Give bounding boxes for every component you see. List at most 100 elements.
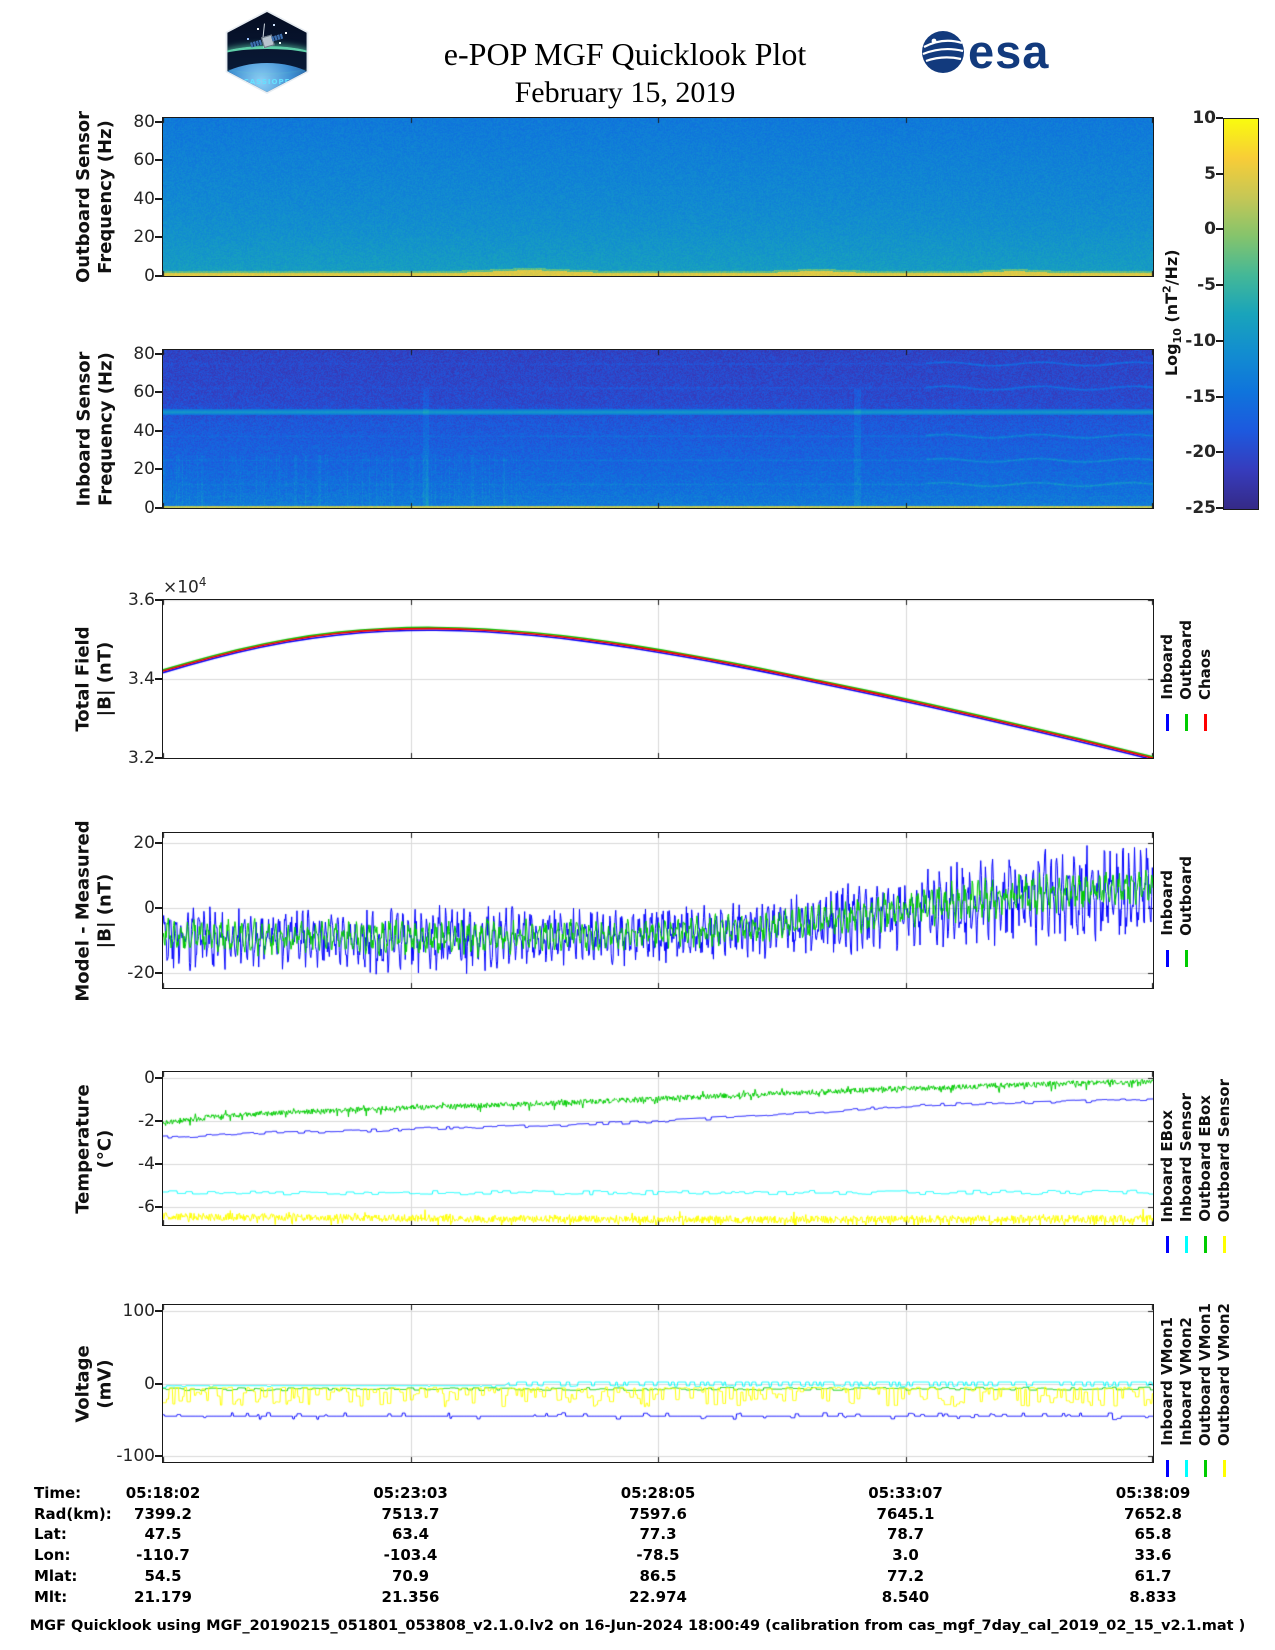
ylabel-temperature: Temperature (°C) xyxy=(73,1083,117,1214)
legend-marker-cell xyxy=(1215,1236,1234,1253)
ylabel-inboard-spectrogram: Inboard Sensor Frequency (Hz) xyxy=(73,351,117,507)
table-cell: -110.7 xyxy=(136,1546,190,1565)
table-cell: 77.2 xyxy=(886,1566,925,1585)
legend-label: Inboard EBox xyxy=(1158,1109,1176,1222)
table-cell: 05:18:02 xyxy=(125,1484,201,1502)
legend-label: Chaos xyxy=(1196,648,1214,700)
legend-label: Inboard VMon1 xyxy=(1158,1317,1176,1446)
legend-marker xyxy=(1165,1460,1170,1477)
esa-logo: esa xyxy=(920,28,1049,75)
colorbar-tick-mark xyxy=(1216,172,1223,175)
y-tick-mark xyxy=(155,1163,162,1165)
table-cell: 21.356 xyxy=(381,1587,440,1606)
table-cell: 8.540 xyxy=(881,1587,930,1606)
axis-scale-label: ×104 xyxy=(163,575,207,598)
legend-markers-model-minus-measured xyxy=(1158,950,1196,967)
y-tick-mark xyxy=(155,1077,162,1080)
legend-label: Inboard xyxy=(1158,634,1176,700)
panel-voltage xyxy=(162,1304,1154,1463)
table-cell: 05:33:07 xyxy=(868,1484,943,1502)
table-cell: 65.8 xyxy=(1134,1525,1172,1544)
y-tick-mark xyxy=(155,1309,162,1312)
table-cell: 47.5 xyxy=(144,1525,182,1544)
legend-marker-cell xyxy=(1196,1236,1215,1253)
legend-marker xyxy=(1184,950,1189,967)
panel-inboard-spectrogram xyxy=(162,349,1154,509)
table-cell: -78.5 xyxy=(636,1546,680,1565)
y-tick-mark xyxy=(155,429,162,432)
colorbar-tick-mark xyxy=(1216,117,1223,119)
colorbar-tick-mark xyxy=(1216,284,1223,287)
colorbar-axis-label-wrap: Log10 (nT2/Hz) xyxy=(1146,118,1198,508)
ylabel-wrap-total-field: Total Field |B| (nT) xyxy=(55,600,135,758)
table-cell: 21.179 xyxy=(134,1587,192,1606)
legend-label: Inboard VMon2 xyxy=(1177,1317,1195,1446)
legend-marker-cell xyxy=(1177,950,1196,967)
legend-label: Outboard xyxy=(1177,620,1195,700)
total-field-canvas xyxy=(163,600,1153,758)
y-tick-mark xyxy=(155,1455,162,1458)
table-cell: 7399.2 xyxy=(134,1504,192,1523)
colorbar-tick-mark xyxy=(1216,339,1223,342)
outboard-spectrogram-canvas xyxy=(163,118,1153,276)
legend-marker-cell xyxy=(1158,714,1177,731)
y-tick-mark xyxy=(155,678,162,680)
ylabel-wrap-inboard-spectrogram: Inboard Sensor Frequency (Hz) xyxy=(55,350,135,508)
table-cell: 05:23:03 xyxy=(373,1484,448,1502)
legend-voltage: Inboard VMon1 Inboard VMon2 Outboard VMon1… xyxy=(1158,1296,1234,1446)
table-cell: 86.5 xyxy=(639,1566,677,1585)
table-cell: 3.0 xyxy=(892,1546,919,1565)
legend-marker-cell xyxy=(1177,1460,1196,1477)
starfield-graphic xyxy=(239,21,242,24)
legend-marker-cell xyxy=(1177,1236,1196,1253)
ylabel-wrap-temperature: Temperature (°C) xyxy=(55,1072,135,1225)
colorbar-tick-mark xyxy=(1216,395,1223,398)
y-tick-mark xyxy=(155,599,162,601)
table-cell: 7645.1 xyxy=(876,1504,935,1523)
legend-markers-total-field xyxy=(1158,714,1215,731)
legend-marker xyxy=(1203,1460,1208,1477)
legend-marker-cell xyxy=(1196,714,1215,731)
y-tick-mark xyxy=(155,391,162,394)
table-cell: 61.7 xyxy=(1134,1566,1172,1585)
legend-marker-cell xyxy=(1158,1236,1177,1253)
legend-marker xyxy=(1165,1236,1170,1253)
legend-markers-voltage xyxy=(1158,1460,1234,1477)
table-cell: 7513.7 xyxy=(381,1504,440,1523)
table-row-label: Mlt: xyxy=(34,1587,68,1606)
y-tick-mark xyxy=(155,907,162,910)
table-cell: 70.9 xyxy=(391,1566,430,1585)
y-tick-mark xyxy=(155,159,162,162)
y-tick-mark xyxy=(155,236,162,239)
legend-marker xyxy=(1184,1460,1189,1477)
table-row-label: Mlat: xyxy=(34,1566,78,1585)
temperature-canvas xyxy=(163,1072,1153,1225)
panel-outboard-spectrogram xyxy=(162,117,1154,277)
legend-marker xyxy=(1222,1236,1227,1253)
ylabel-wrap-voltage: Voltage (mV) xyxy=(55,1305,135,1462)
legend-marker-cell xyxy=(1158,1460,1177,1477)
legend-label: Outboard VMon1 xyxy=(1196,1302,1214,1446)
legend-marker xyxy=(1203,1236,1208,1253)
table-cell: 7597.6 xyxy=(629,1504,687,1523)
legend-temperature: Inboard EBox Inboard Sensor Outboard EBox O… xyxy=(1158,1072,1234,1222)
legend-total-field: Inboard Outboard Chaos xyxy=(1158,550,1215,700)
table-cell: 7652.8 xyxy=(1124,1504,1182,1523)
legend-marker-cell xyxy=(1158,950,1177,967)
model-minus-measured-canvas xyxy=(163,833,1153,988)
legend-marker xyxy=(1184,1236,1189,1253)
y-tick-mark xyxy=(155,197,162,200)
inboard-spectrogram-canvas xyxy=(163,350,1153,508)
table-row-label: Rad(km): xyxy=(34,1504,112,1523)
ylabel-wrap-outboard-spectrogram: Outboard Sensor Frequency (Hz) xyxy=(55,111,135,283)
table-cell: 8.833 xyxy=(1129,1587,1177,1606)
colorbar-tick-mark xyxy=(1216,507,1223,509)
legend-label: Inboard Sensor xyxy=(1177,1092,1195,1222)
table-cell: 33.6 xyxy=(1134,1546,1172,1565)
legend-markers-temperature xyxy=(1158,1236,1234,1253)
legend-label: Outboard Sensor xyxy=(1215,1078,1233,1222)
ylabel-model-minus-measured: Model - Measured |B| (nT) xyxy=(73,819,116,1002)
ylabel-outboard-spectrogram: Outboard Sensor Frequency (Hz) xyxy=(73,110,116,284)
y-tick-mark xyxy=(155,468,162,471)
legend-label: Outboard xyxy=(1177,856,1195,936)
